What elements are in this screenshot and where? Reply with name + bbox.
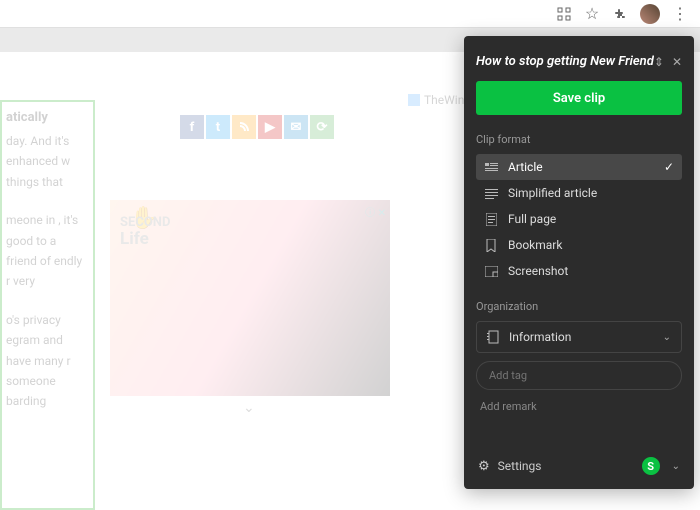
format-screenshot[interactable]: Screenshot bbox=[476, 258, 682, 284]
format-simplified[interactable]: Simplified article bbox=[476, 180, 682, 206]
article-paragraph: day. And it's enhanced w things that bbox=[6, 131, 87, 192]
ad-brand: SECONDLife bbox=[120, 216, 170, 249]
article-selection-box: atically day. And it's enhanced w things… bbox=[0, 100, 95, 510]
youtube-icon[interactable]: ▶ bbox=[258, 115, 282, 139]
gear-icon: ⚙ bbox=[478, 459, 490, 474]
close-icon[interactable]: ✕ bbox=[672, 55, 682, 69]
clip-format-label: Clip format bbox=[476, 133, 682, 146]
bookmark-icon bbox=[484, 239, 498, 252]
twitter-icon[interactable]: t bbox=[206, 115, 230, 139]
share-icon[interactable]: ⟳ bbox=[310, 115, 334, 139]
fullpage-icon bbox=[484, 213, 498, 226]
save-clip-button[interactable]: Save clip bbox=[476, 81, 682, 115]
check-icon: ✓ bbox=[664, 160, 674, 174]
add-remark[interactable]: Add remark bbox=[476, 400, 682, 413]
account-badge[interactable]: S bbox=[642, 457, 660, 475]
simplified-icon bbox=[484, 188, 498, 199]
article-icon bbox=[484, 162, 498, 173]
facebook-icon[interactable]: f bbox=[180, 115, 204, 139]
format-label: Simplified article bbox=[508, 186, 597, 200]
star-icon[interactable]: ☆ bbox=[584, 6, 600, 22]
browser-menu-icon[interactable]: ⋮ bbox=[672, 6, 688, 22]
rss-icon[interactable] bbox=[232, 115, 256, 139]
clip-format-list: Article ✓ Simplified article Full page B… bbox=[476, 154, 682, 284]
web-clipper-panel: How to stop getting New Friend ⇕ ✕ Save … bbox=[464, 36, 694, 489]
notebook-icon bbox=[487, 330, 499, 344]
format-label: Bookmark bbox=[508, 238, 562, 252]
settings-label: Settings bbox=[498, 459, 542, 473]
format-label: Screenshot bbox=[508, 264, 568, 278]
expand-icon[interactable]: ⇕ bbox=[654, 55, 664, 69]
notebook-name: Information bbox=[509, 330, 571, 344]
article-paragraph: o's privacy egram and have many r someon… bbox=[6, 310, 87, 412]
screenshot-icon bbox=[484, 266, 498, 277]
article-paragraph: meone in , it's good to a friend of endl… bbox=[6, 210, 87, 292]
format-bookmark[interactable]: Bookmark bbox=[476, 232, 682, 258]
browser-toolbar: ☆ ⋮ bbox=[0, 0, 700, 28]
clip-title: How to stop getting New Friend bbox=[476, 54, 654, 69]
article-heading: atically bbox=[6, 110, 87, 125]
qr-icon[interactable] bbox=[556, 6, 572, 22]
settings-row[interactable]: ⚙ Settings S ⌄ bbox=[478, 457, 680, 475]
tag-input[interactable] bbox=[476, 361, 682, 390]
ad-banner[interactable]: ⓘ ✕ ✋ SECONDLife bbox=[110, 200, 390, 396]
profile-avatar[interactable] bbox=[640, 4, 660, 24]
extensions-icon[interactable] bbox=[612, 6, 628, 22]
chevron-down-icon: ⌄ bbox=[672, 461, 680, 472]
format-article[interactable]: Article ✓ bbox=[476, 154, 682, 180]
ad-info-icon[interactable]: ⓘ ✕ bbox=[365, 204, 386, 219]
chevron-down-icon[interactable]: ⌄ bbox=[243, 400, 255, 416]
notebook-selector[interactable]: Information ⌄ bbox=[476, 321, 682, 353]
organization-label: Organization bbox=[476, 300, 682, 313]
mail-icon[interactable]: ✉ bbox=[284, 115, 308, 139]
social-share-bar: f t ▶ ✉ ⟳ bbox=[180, 115, 334, 139]
format-label: Full page bbox=[508, 212, 556, 226]
format-fullpage[interactable]: Full page bbox=[476, 206, 682, 232]
chevron-down-icon: ⌄ bbox=[663, 332, 671, 343]
format-label: Article bbox=[508, 160, 543, 174]
